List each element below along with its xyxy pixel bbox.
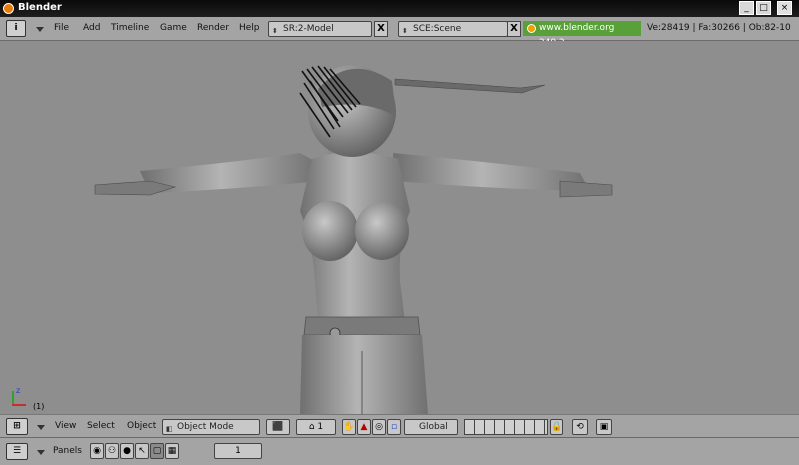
minimize-button[interactable]: _ [739, 1, 754, 15]
screen-name: SR:2-Model [283, 24, 334, 34]
collapse-menus-icon[interactable] [37, 425, 45, 430]
3d-view-header: ⊞ View Select Object ◧ Object Mode ⬛ ⌂ 1… [0, 414, 799, 438]
view3d-window-type-button[interactable]: ⊞ [6, 418, 28, 435]
object-context-icon[interactable]: ↖ [135, 443, 149, 459]
snap-icon[interactable]: ⟲ [572, 419, 588, 435]
scene-name: SCE:Scene [413, 24, 462, 34]
updown-arrows-icon: ⬍ [272, 27, 278, 35]
draw-type-button[interactable]: ⬛ [266, 419, 290, 435]
info-window-type-button[interactable]: i [6, 20, 26, 37]
screen-selector[interactable]: ⬍ SR:2-Model [268, 21, 372, 37]
scene-stats: Ve:28419 | Fa:30266 | Ob:82-10 [647, 23, 791, 33]
menu-help[interactable]: Help [239, 23, 260, 33]
frame-field[interactable]: 1 [214, 443, 262, 459]
menu-view[interactable]: View [55, 421, 76, 431]
updown-arrows-icon: ⬍ [402, 27, 408, 35]
title-bar: Blender _ □ × [0, 0, 799, 17]
lock-icon[interactable]: 🔒 [550, 419, 563, 435]
hand-icon[interactable]: ✋ [342, 419, 356, 435]
buttons-window-type-button[interactable]: ☰ [6, 443, 28, 460]
window-title: Blender [18, 2, 62, 13]
axis-x-icon [12, 404, 26, 406]
collapse-menus-icon[interactable] [37, 450, 45, 455]
menu-file[interactable]: File [54, 23, 69, 33]
buttons-header: ☰ Panels ◉ ⚇ ● ↖ ▢ ▦ 1 [0, 438, 799, 465]
maximize-button[interactable]: □ [756, 1, 771, 15]
menu-game[interactable]: Game [160, 23, 187, 33]
axis-y-icon [12, 391, 14, 405]
shading-context-icon[interactable]: ● [120, 443, 134, 459]
delete-scene-button[interactable]: X [507, 21, 521, 37]
layer-value: 1 [317, 422, 324, 432]
manipulator-rotate-icon[interactable]: ◎ [372, 419, 386, 435]
menu-object[interactable]: Object [127, 421, 156, 431]
orientation-selector[interactable]: Global [404, 419, 458, 435]
blender-logo-icon [3, 3, 14, 14]
mode-value: Object Mode [177, 422, 234, 432]
scene-selector[interactable]: ⬍ SCE:Scene [398, 21, 508, 37]
3d-viewport[interactable]: z (1) [0, 41, 799, 414]
axis-z-label: z [16, 386, 21, 395]
manipulator-scale-icon[interactable]: ▫ [387, 419, 401, 435]
menu-add[interactable]: Add [83, 23, 100, 33]
mode-selector[interactable]: ◧ Object Mode [162, 419, 260, 435]
menu-timeline[interactable]: Timeline [111, 23, 149, 33]
logic-context-icon[interactable]: ◉ [90, 443, 104, 459]
blender-logo-icon [527, 24, 536, 33]
scene-context-icon[interactable]: ▦ [165, 443, 179, 459]
close-window-button[interactable]: × [777, 1, 792, 15]
frame-number-label: (1) [33, 402, 45, 411]
render-preview-icon[interactable]: ▣ [596, 419, 612, 435]
manipulator-translate-icon[interactable]: ▲ [357, 419, 371, 435]
object-mode-icon: ◧ [166, 425, 173, 433]
home-icon: ⌂ [308, 422, 315, 432]
website-link[interactable]: www.blender.org 249.2 [523, 21, 641, 48]
menu-render[interactable]: Render [197, 23, 229, 33]
delete-screen-button[interactable]: X [374, 21, 388, 37]
menu-panels[interactable]: Panels [53, 446, 82, 456]
frame-value: 1 [235, 446, 241, 456]
collapse-menus-icon[interactable] [36, 27, 44, 32]
orientation-value: Global [419, 422, 448, 432]
layer-field[interactable]: ⌂ 1 [296, 419, 336, 435]
script-context-icon[interactable]: ⚇ [105, 443, 119, 459]
editing-context-icon[interactable]: ▢ [150, 443, 164, 459]
menu-select[interactable]: Select [87, 421, 115, 431]
layer-buttons[interactable] [464, 419, 548, 435]
character-model [94, 65, 613, 414]
